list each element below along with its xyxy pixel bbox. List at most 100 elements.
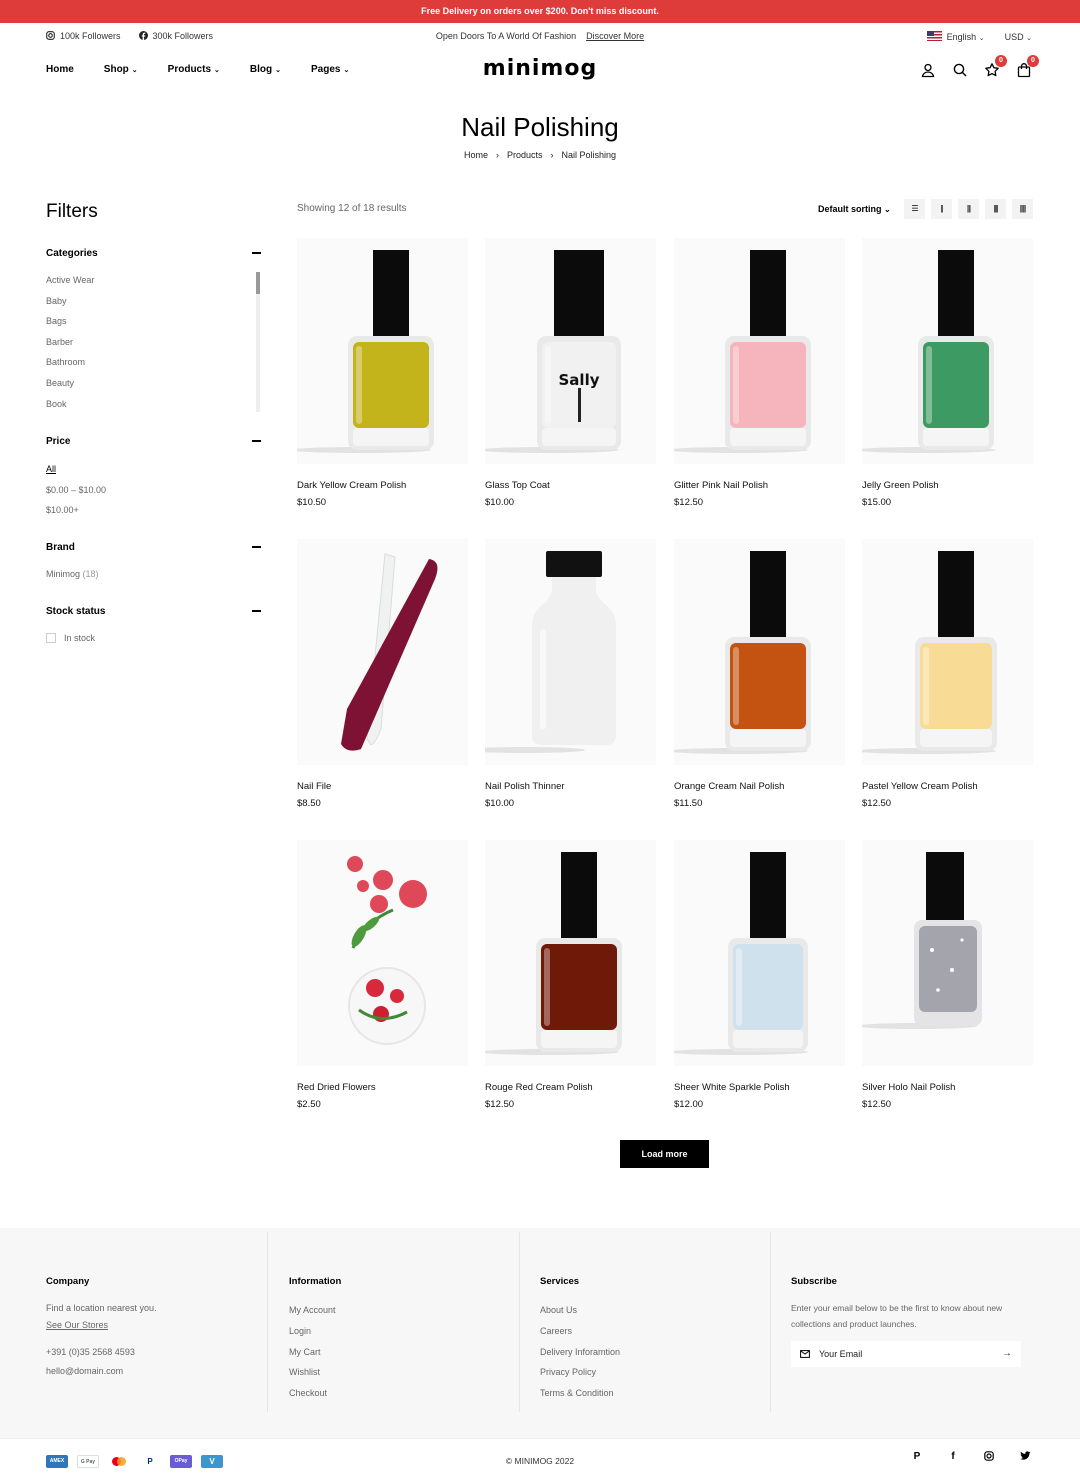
product-image[interactable] <box>485 840 656 1066</box>
list-view-icon[interactable]: ☰ <box>904 199 925 219</box>
product-image[interactable] <box>674 840 845 1066</box>
categories-heading[interactable]: Categories <box>46 248 98 259</box>
product-image[interactable] <box>485 539 656 765</box>
product-card[interactable]: Glitter Pink Nail Polish $12.50 <box>674 238 845 508</box>
product-image[interactable]: Sally <box>485 238 656 464</box>
product-name[interactable]: Rouge Red Cream Polish <box>485 1082 593 1093</box>
product-card[interactable]: Nail File $8.50 <box>297 539 468 809</box>
arrow-right-icon[interactable]: → <box>1002 1341 1012 1367</box>
collapse-price-icon[interactable] <box>252 440 261 442</box>
footer-link[interactable]: My Cart <box>289 1342 336 1363</box>
account-icon[interactable] <box>920 62 936 78</box>
facebook-icon[interactable]: f <box>946 1451 960 1462</box>
email-input[interactable]: Your Email → <box>791 1341 1021 1367</box>
grid-4-view-icon[interactable]: |||| <box>985 199 1006 219</box>
currency-selector[interactable]: USD ⌄ <box>1005 32 1032 42</box>
scrollbar-thumb[interactable] <box>256 272 260 294</box>
grid-3-view-icon[interactable]: ||| <box>958 199 979 219</box>
product-image[interactable] <box>674 238 845 464</box>
breadcrumb-home[interactable]: Home <box>464 150 488 160</box>
breadcrumb-products[interactable]: Products <box>507 150 543 160</box>
twitter-icon[interactable] <box>1018 1451 1032 1462</box>
wishlist-button[interactable]: 0 <box>984 55 1007 78</box>
product-name[interactable]: Nail Polish Thinner <box>485 781 565 792</box>
discover-more-link[interactable]: Discover More <box>586 31 644 41</box>
product-card[interactable]: Nail Polish Thinner $10.00 <box>485 539 656 809</box>
product-card[interactable]: Orange Cream Nail Polish $11.50 <box>674 539 845 809</box>
product-name[interactable]: Silver Holo Nail Polish <box>862 1082 955 1093</box>
site-logo[interactable]: minimog <box>0 56 1080 81</box>
grid-5-view-icon[interactable]: ||||| <box>1012 199 1033 219</box>
product-name[interactable]: Sheer White Sparkle Polish <box>674 1082 790 1093</box>
category-item[interactable]: Bags <box>46 311 94 332</box>
stock-heading[interactable]: Stock status <box>46 606 105 617</box>
category-item[interactable]: Barber <box>46 332 94 353</box>
see-stores-link[interactable]: See Our Stores <box>46 1317 157 1334</box>
product-name[interactable]: Pastel Yellow Cream Polish <box>862 781 978 792</box>
load-more-button[interactable]: Load more <box>620 1140 709 1168</box>
product-name[interactable]: Nail File <box>297 781 331 792</box>
collapse-stock-icon[interactable] <box>252 610 261 612</box>
product-image[interactable] <box>862 840 1033 1066</box>
footer-link[interactable]: Checkout <box>289 1383 336 1404</box>
product-image[interactable] <box>297 238 468 464</box>
product-image[interactable] <box>862 539 1033 765</box>
category-item[interactable]: Book <box>46 394 94 415</box>
product-name[interactable]: Glass Top Coat <box>485 480 550 491</box>
product-card[interactable]: Jelly Green Polish $15.00 <box>862 238 1033 508</box>
category-item[interactable]: Active Wear <box>46 270 94 291</box>
price-option[interactable]: $10.00+ <box>46 500 106 521</box>
product-image[interactable] <box>297 539 468 765</box>
product-price: $12.50 <box>862 798 892 809</box>
filters-heading: Filters <box>46 201 98 222</box>
categories-scrollbar[interactable] <box>256 272 260 412</box>
product-name[interactable]: Red Dried Flowers <box>297 1082 376 1093</box>
product-image[interactable] <box>862 238 1033 464</box>
email-address[interactable]: hello@domain.com <box>46 1363 157 1380</box>
product-card[interactable]: Pastel Yellow Cream Polish $12.50 <box>862 539 1033 809</box>
category-item[interactable]: Beauty <box>46 373 94 394</box>
product-image[interactable] <box>297 840 468 1066</box>
stock-option[interactable]: In stock <box>46 628 95 649</box>
collapse-brand-icon[interactable] <box>252 546 261 548</box>
brand-option[interactable]: Minimog (18) <box>46 564 99 585</box>
footer-link[interactable]: Login <box>289 1321 336 1342</box>
sort-dropdown[interactable]: Default sorting ⌄ <box>818 204 891 214</box>
price-option[interactable]: $0.00 – $10.00 <box>46 480 106 501</box>
product-price: $12.00 <box>674 1099 704 1110</box>
footer-link[interactable]: Terms & Condition <box>540 1383 620 1404</box>
instagram-icon[interactable] <box>982 1451 996 1462</box>
footer-link[interactable]: Delivery Inforamtion <box>540 1342 620 1363</box>
grid-2-view-icon[interactable]: || <box>931 199 952 219</box>
brand-heading[interactable]: Brand <box>46 542 75 553</box>
footer-link[interactable]: Careers <box>540 1321 620 1342</box>
category-item[interactable]: Baby <box>46 291 94 312</box>
collapse-categories-icon[interactable] <box>252 252 261 254</box>
product-card[interactable]: Rouge Red Cream Polish $12.50 <box>485 840 656 1110</box>
in-stock-checkbox[interactable] <box>46 633 56 644</box>
footer-link[interactable]: About Us <box>540 1300 620 1321</box>
product-card[interactable]: Sally Glass Top Coat $10.00 <box>485 238 656 508</box>
price-heading[interactable]: Price <box>46 436 70 447</box>
pinterest-icon[interactable]: P <box>910 1451 924 1462</box>
product-card[interactable]: Sheer White Sparkle Polish $12.00 <box>674 840 845 1110</box>
mail-icon <box>800 1350 810 1358</box>
product-card[interactable]: Red Dried Flowers $2.50 <box>297 840 468 1110</box>
product-card[interactable]: Silver Holo Nail Polish $12.50 <box>862 840 1033 1110</box>
product-card[interactable]: Dark Yellow Cream Polish $10.50 <box>297 238 468 508</box>
product-name[interactable]: Dark Yellow Cream Polish <box>297 480 406 491</box>
footer-link[interactable]: Privacy Policy <box>540 1362 620 1383</box>
product-name[interactable]: Glitter Pink Nail Polish <box>674 480 768 491</box>
product-name[interactable]: Orange Cream Nail Polish <box>674 781 784 792</box>
breadcrumb: Home › Products › Nail Polishing <box>0 150 1080 160</box>
product-name[interactable]: Jelly Green Polish <box>862 480 939 491</box>
phone-number: +391 (0)35 2568 4593 <box>46 1347 135 1357</box>
footer-link[interactable]: My Account <box>289 1300 336 1321</box>
category-item[interactable]: Bathroom <box>46 352 94 373</box>
footer-link[interactable]: Wishlist <box>289 1362 336 1383</box>
price-option-all[interactable]: All <box>46 459 106 480</box>
cart-button[interactable]: 0 <box>1016 55 1039 78</box>
product-image[interactable] <box>674 539 845 765</box>
search-icon[interactable] <box>952 62 968 78</box>
language-selector[interactable]: English ⌄ <box>926 31 985 42</box>
